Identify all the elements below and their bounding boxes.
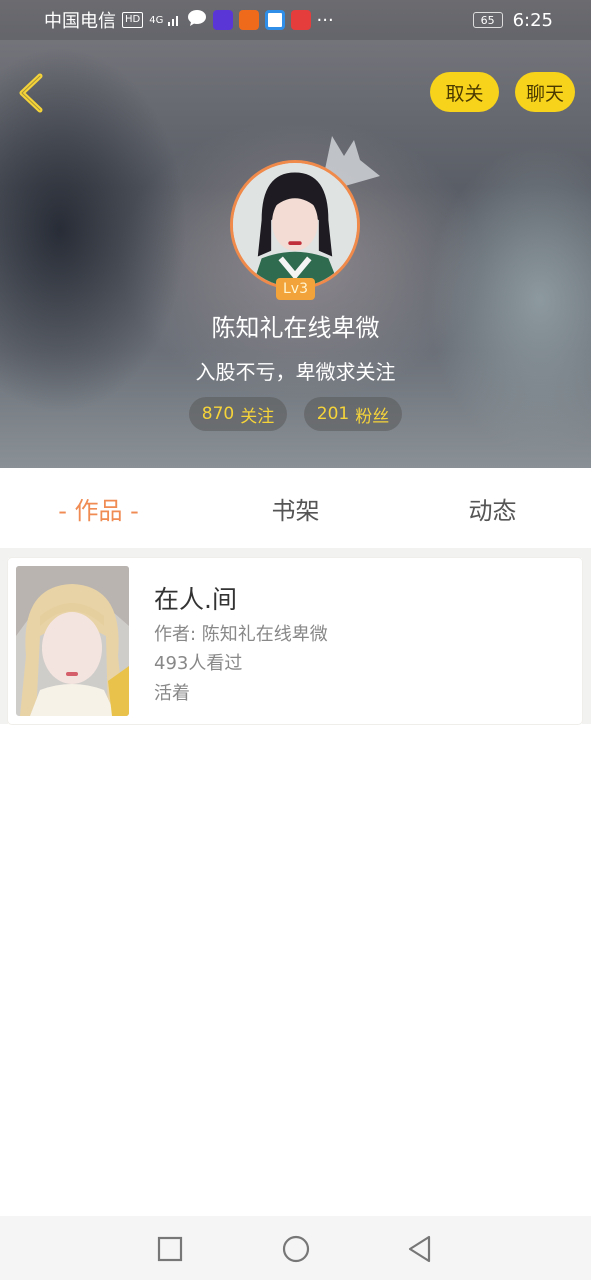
message-icon [187, 9, 207, 32]
status-bar: 中国电信 HD 4G ··· 65 6:25 [0, 0, 591, 40]
app-icon-orange [238, 10, 259, 30]
chat-button[interactable]: 聊天 [515, 72, 575, 112]
app-icon-red [290, 10, 311, 30]
square-icon[interactable] [155, 1234, 185, 1264]
app-icon-purple [212, 10, 233, 30]
triangle-back-icon[interactable] [405, 1234, 435, 1264]
avatar[interactable] [230, 160, 360, 290]
fans-count: 201 [316, 404, 350, 424]
fans-count-button[interactable]: 201 粉丝 [304, 397, 402, 431]
work-cover-image [16, 566, 129, 716]
tab-bookshelf[interactable]: 书架 [197, 491, 394, 526]
work-views: 493人看过 [154, 653, 243, 674]
work-title: 在人.间 [154, 585, 237, 614]
work-card[interactable]: 在人.间 作者: 陈知礼在线卑微 493人看过 活着 [8, 558, 582, 724]
following-label: 关注 [240, 406, 275, 427]
battery-icon: 65 [472, 12, 503, 28]
tab-activity[interactable]: 动态 [394, 491, 591, 526]
following-count-button[interactable]: 870 关注 [189, 397, 287, 431]
avatar-image [233, 163, 357, 287]
system-nav-bar [0, 1216, 591, 1280]
chevron-left-icon [19, 73, 43, 113]
more-notifications: ··· [316, 9, 334, 31]
unfollow-button[interactable]: 取关 [430, 72, 499, 112]
profile-tabs: - 作品 - 书架 动态 [0, 468, 591, 548]
card-margin-left [0, 558, 8, 724]
level-badge: Lv3 [276, 278, 315, 300]
card-margin-right [582, 558, 591, 724]
work-author: 作者: 陈知礼在线卑微 [154, 624, 328, 645]
work-tag: 活着 [154, 683, 190, 704]
following-count: 870 [201, 404, 235, 424]
user-name: 陈知礼在线卑微 [211, 314, 380, 342]
app-icon-blue [264, 10, 285, 30]
back-button[interactable] [14, 70, 48, 116]
circle-icon[interactable] [281, 1234, 311, 1264]
signal-icon: 4G [149, 13, 180, 27]
fans-label: 粉丝 [355, 406, 390, 427]
user-signature: 入股不亏，卑微求关注 [195, 360, 396, 384]
divider [0, 548, 591, 558]
clock: 6:25 [512, 9, 553, 31]
profile-header: 中国电信 HD 4G ··· 65 6:25 取关 聊天 Lv3 陈知礼在线卑微… [0, 0, 591, 468]
tab-works[interactable]: - 作品 - [0, 491, 197, 526]
hd-badge: HD [122, 12, 144, 28]
carrier-text: 中国电信 [44, 11, 116, 32]
